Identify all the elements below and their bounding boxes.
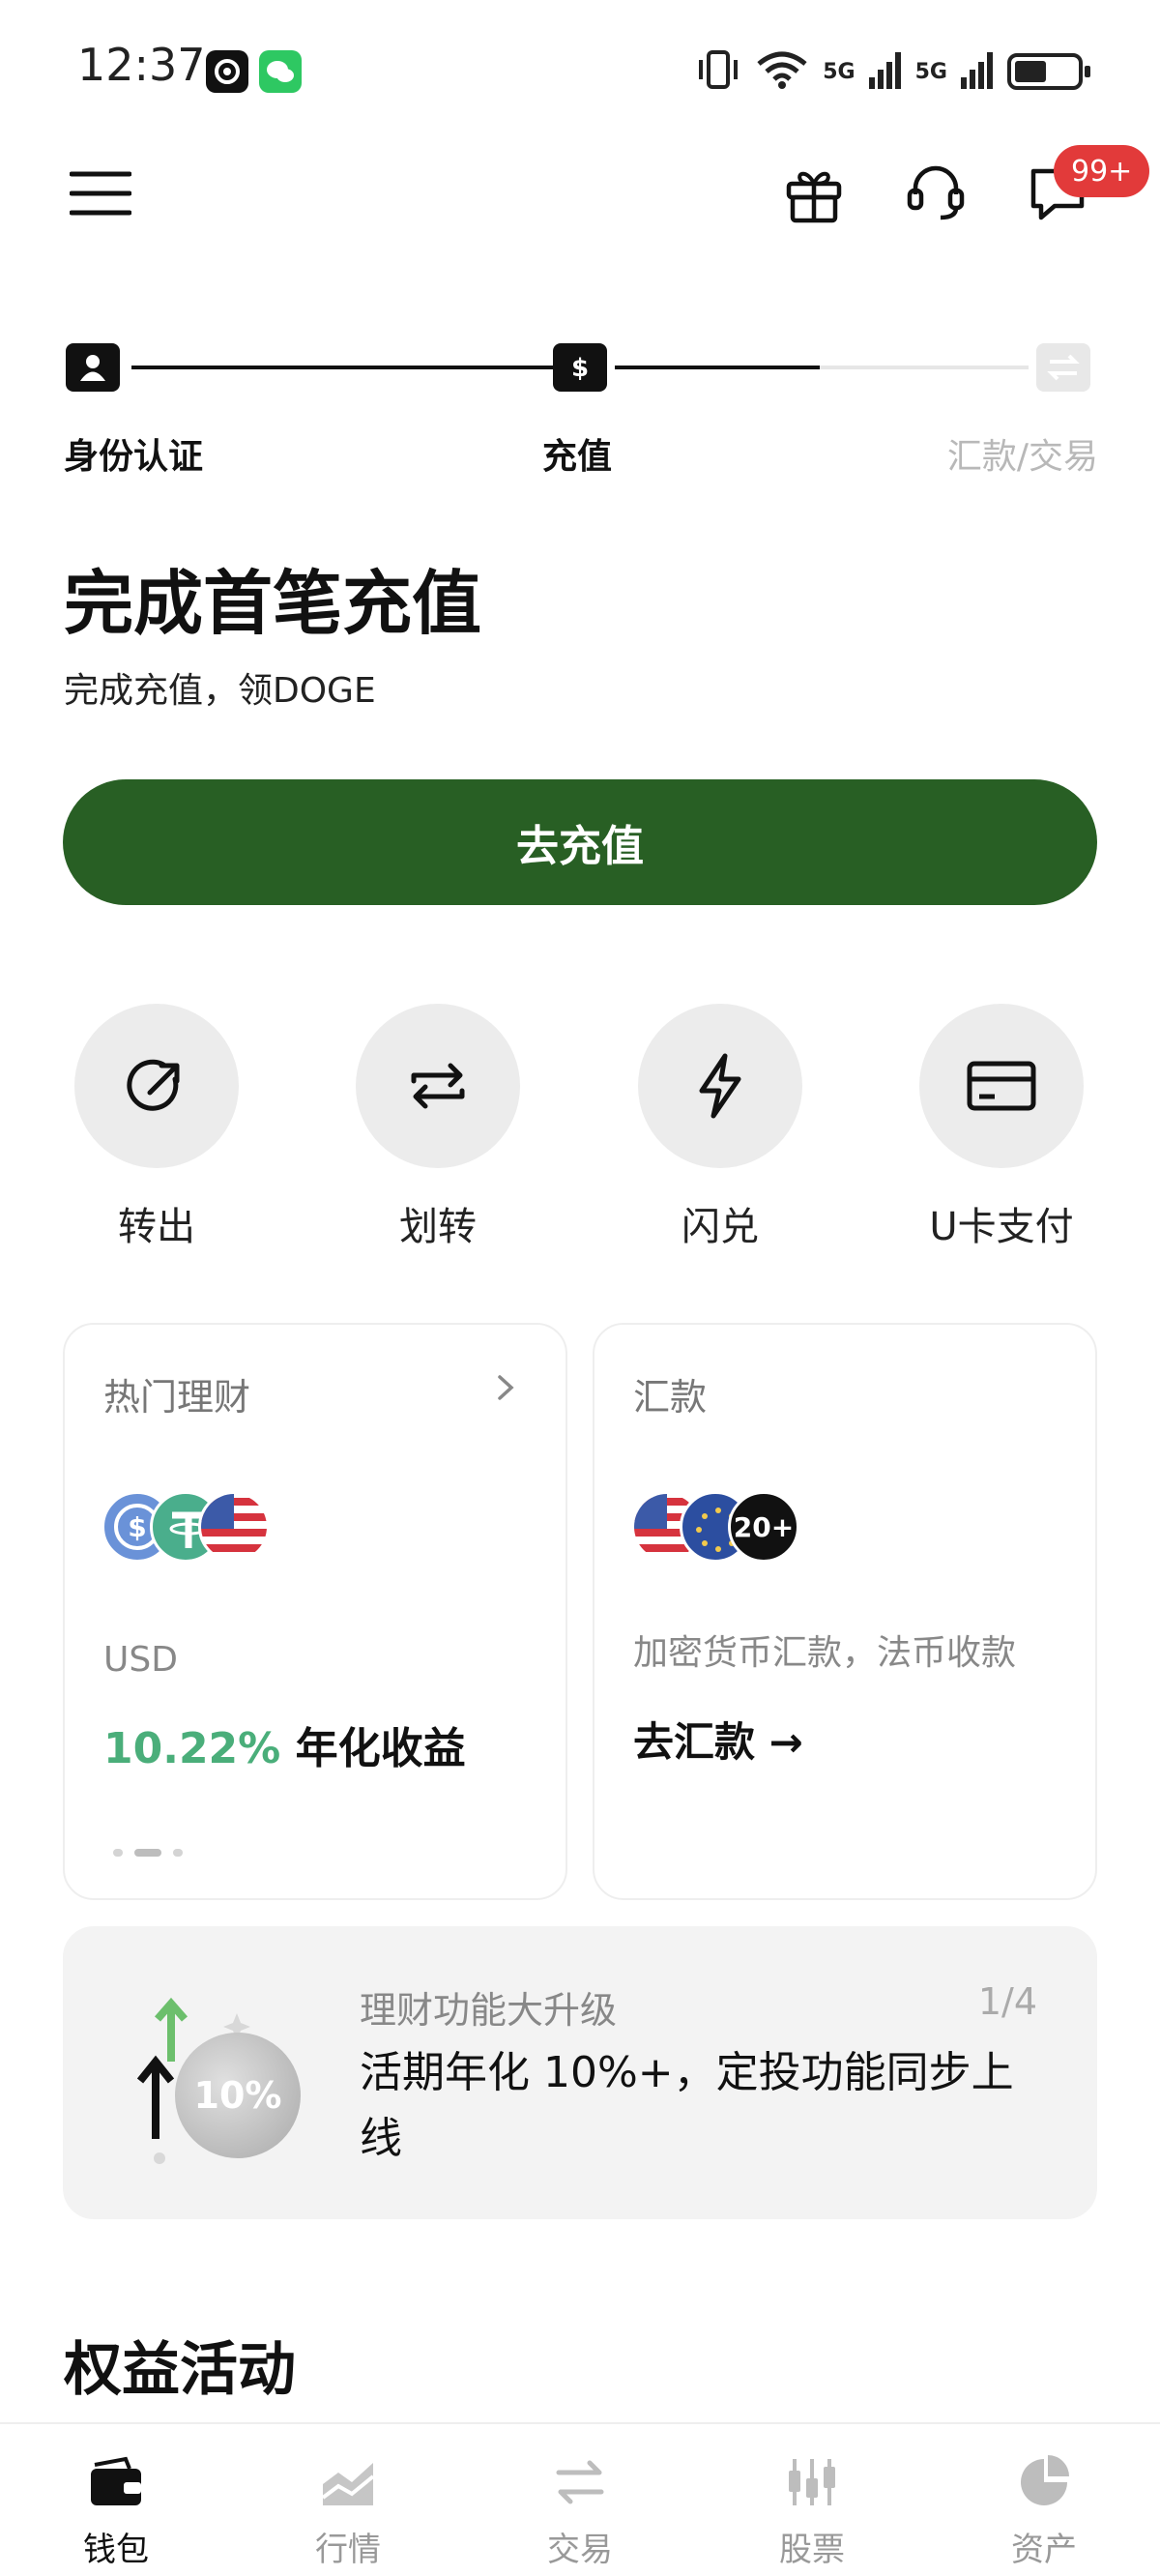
more-currencies-count: 20+ xyxy=(728,1491,799,1563)
stocks-icon xyxy=(783,2453,841,2511)
assets-icon xyxy=(1015,2453,1073,2511)
lightning-icon xyxy=(638,1004,802,1168)
status-time: 12:37 xyxy=(77,39,206,91)
page-title: 完成首笔充值 xyxy=(64,563,482,644)
step-connector-3 xyxy=(820,366,1029,369)
quick-action-label: 闪兑 xyxy=(682,1205,759,1249)
signal-2-label: 5G xyxy=(914,59,947,84)
deposit-button[interactable]: 去充值 xyxy=(63,779,1097,905)
send-out-icon xyxy=(74,1004,239,1168)
wifi-icon xyxy=(755,48,809,95)
top-nav xyxy=(0,145,1160,242)
signal-1-icon xyxy=(868,50,902,93)
market-icon xyxy=(319,2453,377,2511)
signal-2-icon xyxy=(961,50,994,93)
step-connector-2 xyxy=(615,366,820,369)
nav-label: 股票 xyxy=(779,2531,845,2569)
status-indicators: 5G 5G xyxy=(695,48,1090,95)
carousel-dot xyxy=(173,1849,183,1857)
nav-label: 钱包 xyxy=(83,2531,149,2569)
quick-action-label: 划转 xyxy=(399,1205,477,1249)
step-label-deposit: 充值 xyxy=(542,437,613,477)
earn-rate-suffix: 年化收益 xyxy=(295,1724,466,1773)
card-title: 热门理财 xyxy=(103,1376,251,1419)
carousel-dot-active xyxy=(134,1849,161,1857)
carousel-dots xyxy=(113,1849,183,1857)
step-label-remit-trade: 汇款/交易 xyxy=(946,437,1098,477)
swap-icon xyxy=(1036,343,1090,392)
battery-icon xyxy=(1007,53,1090,90)
chevron-right-icon[interactable] xyxy=(494,1373,517,1406)
earn-currency: USD xyxy=(103,1640,178,1680)
quick-action-transfer[interactable]: 划转 xyxy=(356,1004,520,1251)
transfer-icon xyxy=(356,1004,520,1168)
hot-earn-card[interactable]: 热门理财 $ USD 10.22% 年化收益 xyxy=(63,1323,567,1900)
nav-label: 行情 xyxy=(315,2531,381,2569)
gift-icon[interactable] xyxy=(779,159,849,228)
earn-yield: 10.22% 年化收益 xyxy=(103,1713,466,1775)
carousel-dot xyxy=(113,1849,123,1857)
quick-action-swap[interactable]: 闪兑 xyxy=(638,1004,802,1251)
menu-icon[interactable] xyxy=(62,164,139,222)
notification-app-icon xyxy=(206,50,248,93)
bottom-nav: 钱包 行情 交易 股票 资产 xyxy=(0,2422,1160,2576)
usd-flag-icon xyxy=(198,1491,270,1563)
page-subtitle: 完成充值，领DOGE xyxy=(64,671,376,711)
promo-banner[interactable]: 10% 理财功能大升级 1/4 活期年化 10%+，定投功能同步上线 xyxy=(63,1926,1097,2219)
quick-action-label: 转出 xyxy=(118,1205,195,1249)
wallet-icon xyxy=(87,2453,145,2511)
quick-action-label: U卡支付 xyxy=(929,1205,1074,1249)
dollar-icon: $ xyxy=(553,343,607,392)
quick-action-u-card[interactable]: U卡支付 xyxy=(919,1004,1084,1251)
nav-stocks[interactable]: 股票 xyxy=(725,2424,899,2576)
trade-icon xyxy=(551,2453,609,2511)
svg-text:$: $ xyxy=(571,354,589,383)
notification-badge: 99+ xyxy=(1054,145,1150,197)
nav-label: 资产 xyxy=(1011,2531,1077,2569)
section-title: 权益活动 xyxy=(64,2336,296,2404)
signal-1-label: 5G xyxy=(823,59,856,84)
remittance-card[interactable]: 汇款 20+ 加密货币汇款，法币收款 去汇款 → xyxy=(593,1323,1097,1900)
card-title: 汇款 xyxy=(633,1376,708,1419)
nav-market[interactable]: 行情 xyxy=(261,2424,435,2576)
banner-art-label: 10% xyxy=(175,2033,301,2158)
vibrate-icon xyxy=(695,48,741,95)
nav-label: 交易 xyxy=(547,2531,613,2569)
step-connector-1 xyxy=(131,366,605,369)
banner-page-indicator: 1/4 xyxy=(977,1980,1037,2023)
nav-wallet[interactable]: 钱包 xyxy=(29,2424,203,2576)
nav-assets[interactable]: 资产 xyxy=(957,2424,1131,2576)
wechat-icon xyxy=(259,50,302,93)
onboarding-stepper: $ 身份认证 充值 汇款/交易 xyxy=(64,343,1098,488)
nav-trade[interactable]: 交易 xyxy=(493,2424,667,2576)
id-card-icon xyxy=(66,343,120,392)
banner-kicker: 理财功能大升级 xyxy=(360,1989,618,2032)
status-bar: 12:37 5G 5G xyxy=(0,0,1160,135)
step-label-identity: 身份认证 xyxy=(64,437,204,477)
banner-text: 活期年化 10%+，定投功能同步上线 xyxy=(360,2048,1014,2163)
card-icon xyxy=(919,1004,1084,1168)
go-remit-link[interactable]: 去汇款 → xyxy=(633,1710,803,1769)
headset-icon[interactable] xyxy=(901,159,971,228)
remit-description: 加密货币汇款，法币收款 xyxy=(633,1633,1017,1673)
quick-action-send-out[interactable]: 转出 xyxy=(74,1004,239,1251)
earn-rate: 10.22% xyxy=(103,1724,281,1773)
svg-text:$: $ xyxy=(128,1511,146,1543)
